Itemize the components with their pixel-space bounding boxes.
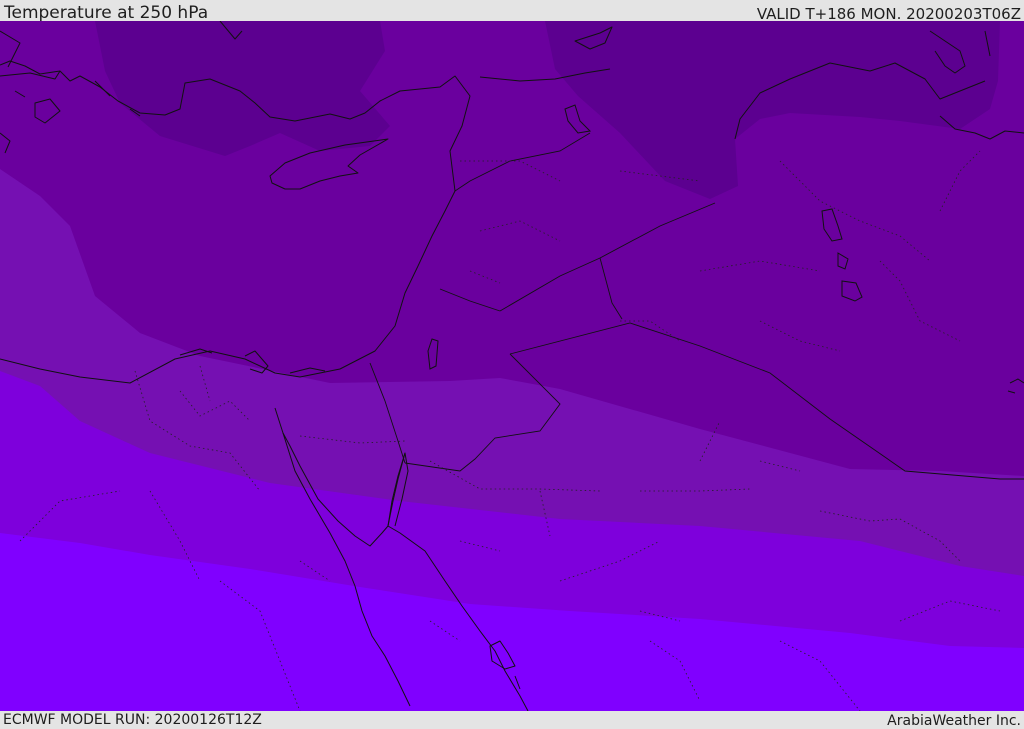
temperature-map [0,21,1024,711]
map-title: Temperature at 250 hPa [4,3,209,23]
model-run: ECMWF MODEL RUN: 20200126T12Z [3,712,262,728]
footer-bar: ECMWF MODEL RUN: 20200126T12Z ArabiaWeat… [0,711,1024,729]
header-bar: Temperature at 250 hPa VALID T+186 MON. … [0,0,1024,23]
credit: ArabiaWeather Inc. [887,713,1021,729]
